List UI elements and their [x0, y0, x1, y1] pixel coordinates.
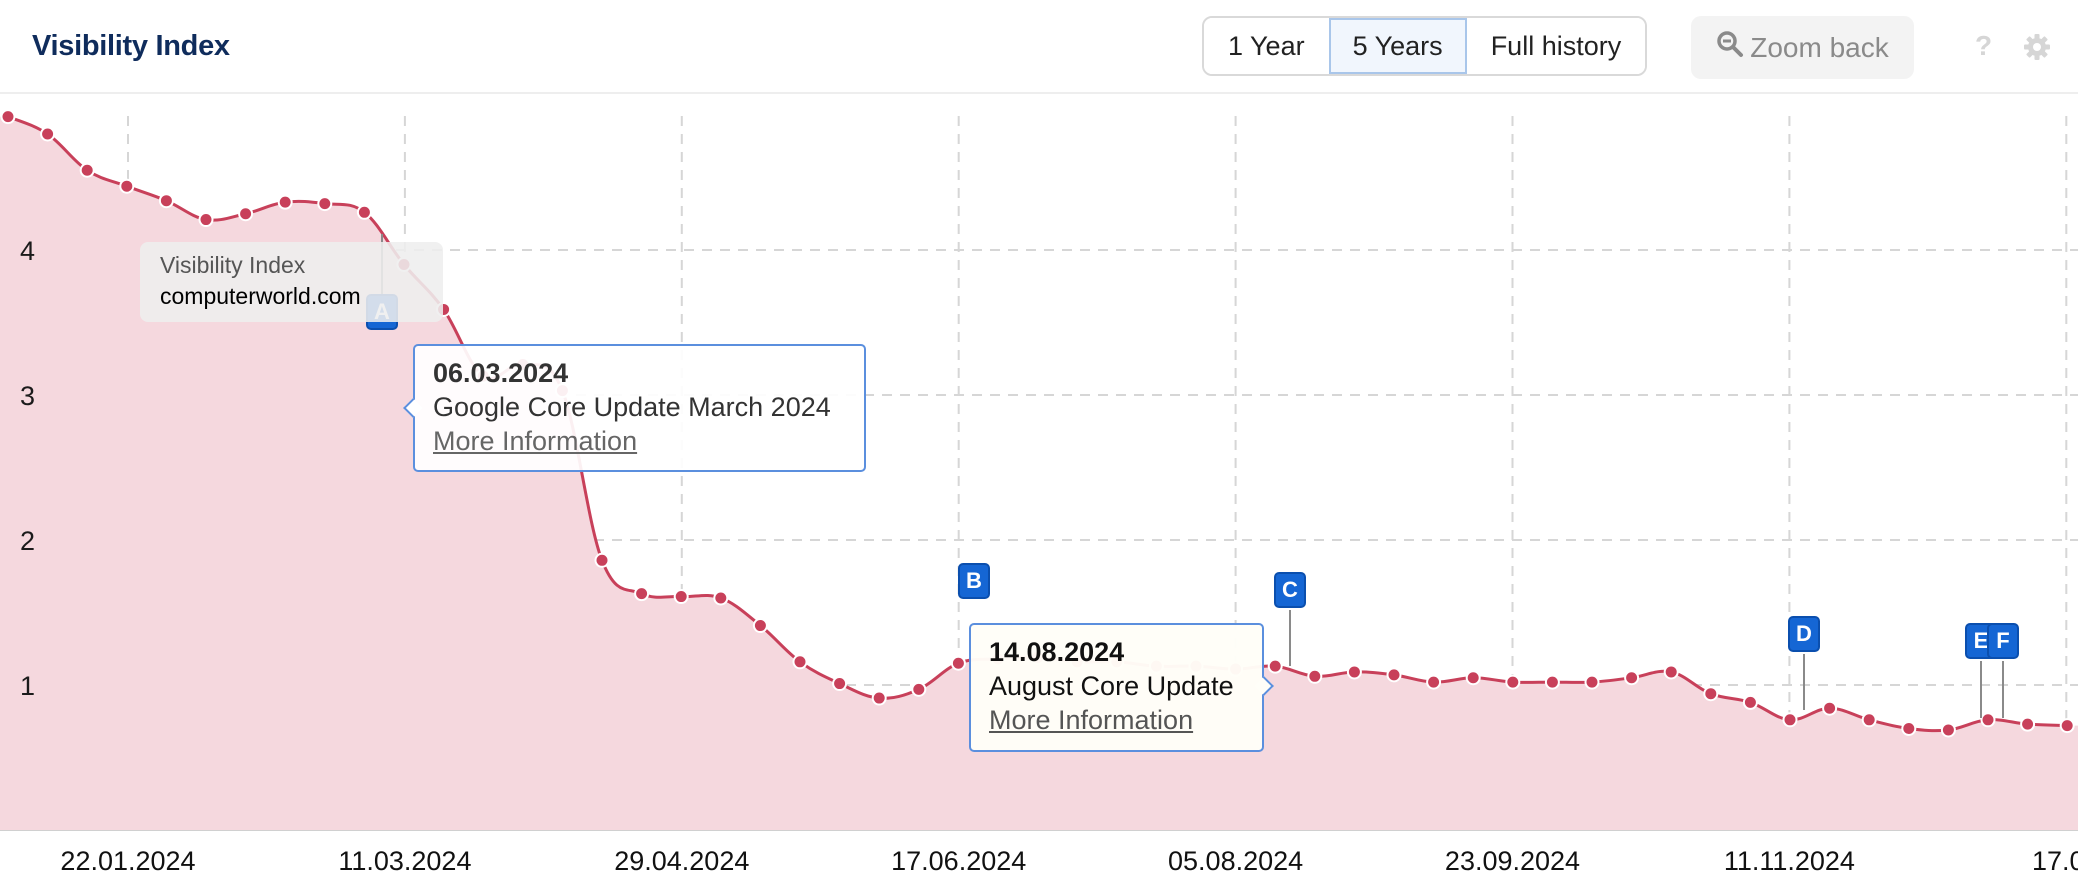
flag-stem — [1980, 661, 1982, 718]
zoom-out-icon — [1716, 30, 1744, 65]
range-full-history-button[interactable]: Full history — [1466, 18, 1646, 74]
data-point[interactable] — [158, 193, 174, 209]
event-flag-b[interactable]: B — [958, 563, 990, 599]
data-point[interactable] — [1584, 674, 1600, 690]
data-point[interactable] — [1465, 670, 1481, 686]
data-point[interactable] — [1386, 667, 1402, 683]
data-point[interactable] — [1505, 674, 1521, 690]
data-point[interactable] — [1901, 721, 1917, 736]
event-tooltip-a: 06.03.2024 Google Core Update March 2024… — [403, 344, 866, 472]
data-point[interactable] — [1426, 674, 1442, 690]
x-tick-label: 05.08.2024 — [1168, 846, 1303, 876]
series-tooltip: Visibility Index computerworld.com — [140, 242, 443, 322]
data-point[interactable] — [2020, 716, 2036, 732]
x-tick-label: 23.09.2024 — [1445, 846, 1580, 876]
zoom-back-label: Zoom back — [1750, 31, 1889, 63]
x-tick-label: 11.03.2024 — [338, 846, 471, 876]
y-tick-label: 3 — [20, 381, 35, 411]
data-point[interactable] — [1307, 668, 1323, 684]
data-point[interactable] — [1940, 722, 1956, 738]
more-information-link[interactable]: More Information — [989, 705, 1193, 736]
x-tick-label: 22.01.2024 — [60, 846, 195, 876]
data-point[interactable] — [356, 204, 372, 220]
event-name: Google Core Update March 2024 — [433, 392, 831, 422]
visibility-chart: 1 2 3 4 22.01.2024 11.03.2024 29.04.2024 17.06… — [0, 109, 2078, 876]
data-point[interactable] — [1663, 664, 1679, 680]
data-point[interactable] — [911, 681, 927, 697]
data-point[interactable] — [79, 162, 95, 178]
data-point[interactable] — [1742, 694, 1758, 710]
data-point[interactable] — [1624, 670, 1640, 686]
data-point[interactable] — [2059, 718, 2075, 734]
data-point[interactable] — [0, 109, 16, 125]
data-point[interactable] — [1267, 658, 1283, 674]
gear-icon[interactable] — [2022, 32, 2052, 62]
series-tooltip-domain: computerworld.com — [160, 283, 361, 309]
data-point[interactable] — [634, 586, 650, 602]
zoom-back-button[interactable]: Zoom back — [1691, 16, 1914, 79]
event-flag-d[interactable]: D — [1788, 616, 1820, 652]
data-point[interactable] — [594, 552, 610, 568]
data-point[interactable] — [40, 126, 56, 142]
data-point[interactable] — [752, 618, 768, 634]
event-flag-f[interactable]: F — [1987, 623, 2019, 659]
data-point[interactable] — [1346, 664, 1362, 680]
card-header: Visibility Index 1 Year 5 Years Full his… — [0, 0, 2078, 94]
chart-area: 1 2 3 4 22.01.2024 11.03.2024 29.04.2024 17.06… — [0, 96, 2078, 896]
data-point[interactable] — [792, 654, 808, 670]
range-5-years-button[interactable]: 5 Years — [1328, 18, 1467, 74]
x-tick-label: 17.06.2024 — [891, 846, 1026, 876]
more-information-link[interactable]: More Information — [433, 426, 637, 457]
series-tooltip-metric: Visibility Index — [160, 252, 306, 278]
x-tick-label: 29.04.2024 — [614, 846, 749, 876]
data-point[interactable] — [832, 676, 848, 692]
range-1-year-button[interactable]: 1 Year — [1204, 18, 1329, 74]
flag-stem — [1803, 654, 1805, 710]
event-flag-c[interactable]: C — [1274, 572, 1306, 608]
y-tick-label: 1 — [20, 671, 35, 701]
data-point[interactable] — [713, 590, 729, 606]
event-date: 06.03.2024 — [433, 358, 569, 388]
event-name: August Core Update — [989, 671, 1234, 701]
data-point[interactable] — [673, 589, 689, 605]
data-point[interactable] — [238, 206, 254, 222]
help-icon[interactable]: ? — [1975, 30, 1992, 62]
flag-stem — [1289, 610, 1291, 666]
data-point[interactable] — [871, 690, 887, 706]
event-date: 14.08.2024 — [989, 637, 1125, 667]
card-title: Visibility Index — [32, 30, 230, 62]
event-tooltip-c: 14.08.2024 August Core Update More Infor… — [969, 623, 1274, 752]
data-point[interactable] — [1861, 712, 1877, 728]
y-tick-label: 2 — [20, 526, 35, 556]
x-tick-label: 17.0 — [2032, 846, 2078, 876]
data-point[interactable] — [1782, 712, 1798, 728]
data-point[interactable] — [119, 178, 135, 194]
data-point[interactable] — [1544, 674, 1560, 690]
visibility-index-card: Visibility Index 1 Year 5 Years Full his… — [0, 0, 2078, 896]
data-point[interactable] — [1980, 712, 1996, 728]
data-point[interactable] — [1703, 686, 1719, 702]
data-point[interactable] — [1822, 700, 1838, 716]
data-point[interactable] — [198, 212, 214, 228]
y-tick-label: 4 — [20, 236, 35, 266]
data-point[interactable] — [950, 655, 966, 671]
x-tick-label: 11.11.2024 — [1724, 846, 1855, 876]
data-point[interactable] — [277, 194, 293, 210]
time-range-selector: 1 Year 5 Years Full history — [1202, 16, 1648, 76]
flag-stem — [2002, 661, 2004, 718]
data-point[interactable] — [317, 196, 333, 212]
